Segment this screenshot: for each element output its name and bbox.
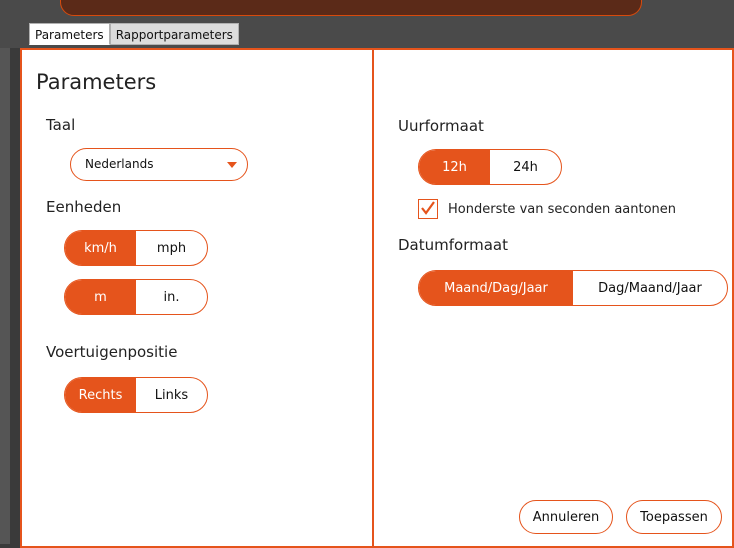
option-day-month-year[interactable]: Dag/Maand/Jaar [573,271,727,305]
option-rechts[interactable]: Rechts [65,378,136,412]
chevron-down-icon [227,162,237,168]
background-shape [60,0,642,16]
option-m[interactable]: m [65,280,136,314]
checkmark-icon [421,201,435,215]
vehicle-position-label: Voertuigenpositie [46,343,178,361]
tab-parameters[interactable]: Parameters [29,23,110,45]
hundredths-label: Honderste van seconden aantonen [448,202,677,217]
language-dropdown[interactable]: Nederlands [70,148,248,181]
tab-rapportparameters[interactable]: Rapportparameters [109,23,239,45]
option-mph[interactable]: mph [136,231,207,265]
background-strip [0,48,10,544]
apply-button[interactable]: Toepassen [626,500,722,534]
cancel-button[interactable]: Annuleren [519,500,613,534]
option-12h[interactable]: 12h [419,150,490,184]
date-format-label: Datumformaat [398,236,508,254]
option-24h[interactable]: 24h [490,150,561,184]
option-in[interactable]: in. [136,280,207,314]
language-value: Nederlands [85,157,154,171]
page-title: Parameters [36,70,157,94]
speed-unit-toggle: km/h mph [64,230,208,266]
vehicle-position-toggle: Rechts Links [64,377,208,413]
time-format-toggle: 12h 24h [418,149,562,185]
distance-unit-toggle: m in. [64,279,208,315]
option-kmh[interactable]: km/h [65,231,136,265]
parameters-panel: Parameters Taal Nederlands Eenheden km/h… [20,48,375,548]
units-label: Eenheden [46,198,122,216]
option-month-day-year[interactable]: Maand/Dag/Jaar [419,271,573,305]
date-format-toggle: Maand/Dag/Jaar Dag/Maand/Jaar [418,270,728,306]
right-panel: Uurformaat 12h 24h Honderste van seconde… [372,48,734,548]
option-links[interactable]: Links [136,378,207,412]
tab-bar: Parameters Rapportparameters [29,23,239,45]
language-label: Taal [46,116,76,134]
hundredths-checkbox[interactable] [418,199,438,219]
time-format-label: Uurformaat [398,117,484,135]
